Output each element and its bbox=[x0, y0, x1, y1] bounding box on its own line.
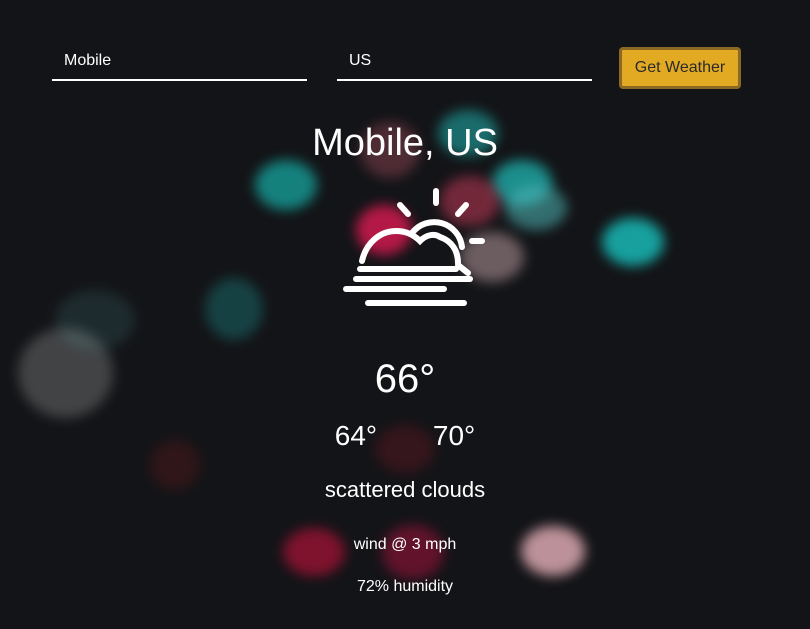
temperature-range: 64° 70° bbox=[0, 420, 810, 452]
temp-min: 64° bbox=[334, 420, 378, 451]
partly-cloudy-fog-icon bbox=[343, 188, 485, 306]
city-input[interactable] bbox=[52, 46, 307, 76]
country-field bbox=[337, 46, 592, 81]
humidity: 72% humidity bbox=[356, 578, 454, 595]
search-form: Get Weather bbox=[52, 46, 752, 92]
city-field bbox=[52, 46, 307, 81]
wind-speed: wind @ 3 mph bbox=[353, 536, 457, 553]
temp-max: 70° bbox=[432, 420, 476, 451]
current-temperature: 66° bbox=[374, 357, 436, 401]
weather-description: scattered clouds bbox=[324, 477, 486, 502]
weather-app: Get Weather Mobile, US 66° 64° 70° scatt… bbox=[0, 0, 810, 629]
location-title: Mobile, US bbox=[312, 122, 498, 164]
country-input[interactable] bbox=[337, 46, 592, 76]
get-weather-button[interactable]: Get Weather bbox=[619, 47, 741, 89]
